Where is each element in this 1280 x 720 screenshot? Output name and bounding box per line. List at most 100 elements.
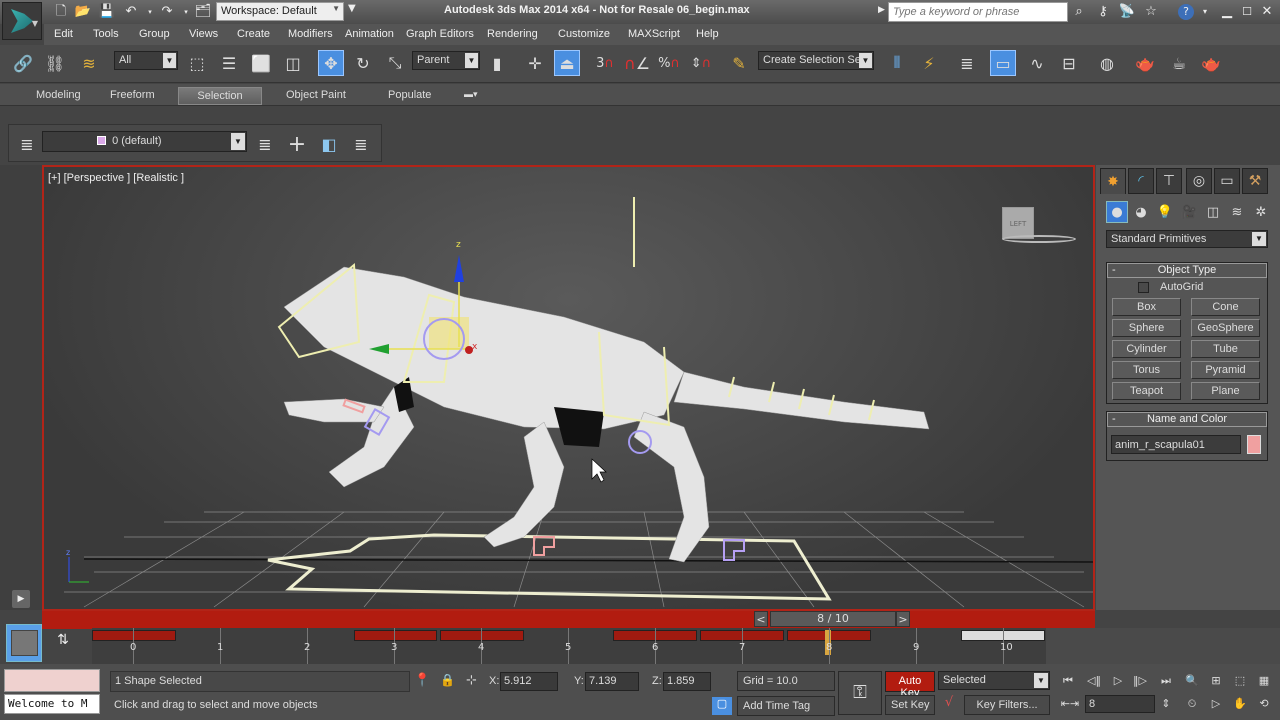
- layer-manager-icon[interactable]: ≣: [14, 131, 40, 157]
- helpers-icon[interactable]: ◫: [1202, 201, 1224, 223]
- reference-coordinate-dropdown[interactable]: Parent ▼: [412, 51, 480, 70]
- field-of-view-icon[interactable]: ▷: [1206, 695, 1226, 713]
- menu-modifiers[interactable]: Modifiers: [288, 28, 333, 40]
- pan-view-icon[interactable]: ✋: [1230, 695, 1250, 713]
- rectangular-selection-region-icon[interactable]: ⬜: [248, 50, 274, 76]
- geometry-icon[interactable]: ●: [1106, 201, 1128, 223]
- teapot-button[interactable]: Teapot: [1112, 382, 1181, 400]
- absolute-mode-transform-icon[interactable]: ⊹: [466, 673, 477, 688]
- utilities-tab-icon[interactable]: ⚒: [1242, 168, 1268, 194]
- menu-customize[interactable]: Customize: [558, 28, 610, 40]
- time-tag-icon[interactable]: ▢: [712, 697, 732, 715]
- window-crossing-icon[interactable]: ◫: [280, 50, 306, 76]
- mini-curve-editor-toggle[interactable]: [6, 624, 42, 662]
- keyboard-shortcut-override-icon[interactable]: ⏏: [554, 50, 580, 76]
- display-tab-icon[interactable]: ▭: [1214, 168, 1240, 194]
- cameras-icon[interactable]: 🎥: [1178, 201, 1200, 223]
- orbit-icon[interactable]: ⟲: [1254, 695, 1274, 713]
- create-tab-icon[interactable]: ✸: [1100, 168, 1126, 194]
- add-to-layer-icon[interactable]: +: [284, 131, 310, 157]
- zoom-icon[interactable]: 🔍: [1182, 672, 1202, 690]
- project-folder-icon[interactable]: 🗂: [194, 3, 212, 21]
- selection-lock-icon[interactable]: 🔒: [440, 673, 455, 687]
- default-tangents-icon[interactable]: √: [938, 695, 960, 715]
- curve-editor-icon[interactable]: ∿: [1024, 50, 1050, 76]
- pivot-center-icon[interactable]: ▮: [484, 50, 510, 76]
- autogrid-checkbox[interactable]: [1138, 282, 1149, 293]
- time-slider-track[interactable]: [42, 611, 1095, 629]
- hierarchy-tab-icon[interactable]: ⊤: [1156, 168, 1182, 194]
- toggle-ribbon-icon[interactable]: ▭: [990, 50, 1016, 76]
- pyramid-button[interactable]: Pyramid: [1191, 361, 1260, 379]
- box-button[interactable]: Box: [1112, 298, 1181, 316]
- render-setup-icon[interactable]: 🫖: [1132, 50, 1158, 76]
- tab-selection[interactable]: Selection: [178, 87, 262, 105]
- undo-icon[interactable]: ↶: [122, 3, 140, 21]
- redo-icon[interactable]: ↷: [158, 3, 176, 21]
- time-configuration-icon[interactable]: ⏲: [1182, 695, 1202, 713]
- space-warps-icon[interactable]: ≋: [1226, 201, 1248, 223]
- menu-maxscript[interactable]: MAXScript: [628, 28, 680, 40]
- play-icon[interactable]: ▷: [1108, 672, 1128, 690]
- motion-tab-icon[interactable]: ◎: [1186, 168, 1212, 194]
- key-mode-toggle-icon[interactable]: ⇤⇥: [1060, 695, 1080, 713]
- zoom-all-icon[interactable]: ⊞: [1206, 672, 1226, 690]
- edit-named-selection-icon[interactable]: ✎: [726, 50, 752, 76]
- menu-tools[interactable]: Tools: [93, 28, 119, 40]
- zoom-extents-all-icon[interactable]: ▦: [1254, 672, 1274, 690]
- menu-create[interactable]: Create: [237, 28, 270, 40]
- close-icon[interactable]: ✕: [1258, 3, 1276, 21]
- menu-help[interactable]: Help: [696, 28, 719, 40]
- search-expand-icon[interactable]: ▶: [878, 5, 885, 15]
- add-time-tag-button[interactable]: Add Time Tag: [737, 696, 835, 716]
- shapes-icon[interactable]: ◕: [1130, 201, 1152, 223]
- object-color-swatch[interactable]: [1247, 435, 1261, 454]
- current-frame-field[interactable]: 8: [1085, 695, 1155, 713]
- cone-button[interactable]: Cone: [1191, 298, 1260, 316]
- quick-access-customize-icon[interactable]: ▼: [348, 3, 356, 14]
- snaps-toggle-icon[interactable]: 3 ∩: [592, 50, 618, 76]
- key-icon[interactable]: ⚷: [1094, 3, 1112, 21]
- named-selection-sets-dropdown[interactable]: Create Selection Se ▼: [758, 51, 874, 70]
- sphere-button[interactable]: Sphere: [1112, 319, 1181, 337]
- cylinder-button[interactable]: Cylinder: [1112, 340, 1181, 358]
- save-file-icon[interactable]: 💾: [98, 3, 116, 21]
- maxscript-mini-listener-macro[interactable]: [4, 669, 100, 692]
- go-to-start-icon[interactable]: ⏮: [1058, 672, 1078, 690]
- select-and-rotate-icon[interactable]: ↻: [350, 50, 376, 76]
- ribbon-options-icon[interactable]: ▬▾: [456, 87, 486, 105]
- expand-panel-icon[interactable]: ▶: [12, 590, 30, 608]
- selection-filter-dropdown[interactable]: All ▼: [114, 51, 178, 70]
- layer-dropdown[interactable]: 0 (default) ▼: [42, 131, 247, 152]
- set-keys-key-icon[interactable]: ⚿: [838, 671, 882, 715]
- satellite-icon[interactable]: 📡: [1118, 3, 1136, 21]
- z-coordinate-field[interactable]: 1.859: [663, 672, 711, 691]
- object-type-rollout-header[interactable]: - Object Type: [1107, 263, 1267, 278]
- tab-object-paint[interactable]: Object Paint: [278, 87, 354, 105]
- select-and-link-icon[interactable]: 🔗: [10, 50, 36, 76]
- key-range[interactable]: [440, 630, 524, 641]
- create-new-layer-icon[interactable]: ≣: [252, 131, 278, 157]
- object-category-dropdown[interactable]: Standard Primitives ▼: [1106, 230, 1268, 248]
- binoculars-icon[interactable]: ⌕: [1070, 3, 1088, 21]
- redo-dropdown-icon[interactable]: ▾: [177, 3, 195, 21]
- rendered-frame-window-icon[interactable]: ☕: [1166, 50, 1192, 76]
- select-and-scale-icon[interactable]: ⤡: [382, 50, 408, 76]
- time-slider-thumb[interactable]: 8 / 10: [770, 611, 896, 627]
- key-mode-dropdown[interactable]: Selected ▼: [938, 671, 1050, 690]
- render-production-icon[interactable]: 🫖: [1198, 50, 1224, 76]
- zoom-extents-icon[interactable]: ⬚: [1230, 672, 1250, 690]
- material-editor-icon[interactable]: ◍: [1094, 50, 1120, 76]
- perspective-viewport[interactable]: [+] [Perspective ] [Realistic ] LEFT z x…: [42, 165, 1095, 611]
- tab-freeform[interactable]: Freeform: [102, 87, 163, 105]
- key-range[interactable]: [92, 630, 176, 641]
- favorites-star-icon[interactable]: ☆: [1142, 3, 1160, 21]
- new-file-icon[interactable]: 🗋: [52, 3, 70, 21]
- help-icon[interactable]: ?: [1178, 4, 1194, 20]
- lights-icon[interactable]: 💡: [1154, 201, 1176, 223]
- tab-populate[interactable]: Populate: [380, 87, 439, 105]
- schematic-view-icon[interactable]: ⊟: [1056, 50, 1082, 76]
- spinner-snap-icon[interactable]: ⇕ ∩: [688, 50, 714, 76]
- tab-modeling[interactable]: Modeling: [28, 87, 89, 105]
- select-by-name-icon[interactable]: ☰: [216, 50, 242, 76]
